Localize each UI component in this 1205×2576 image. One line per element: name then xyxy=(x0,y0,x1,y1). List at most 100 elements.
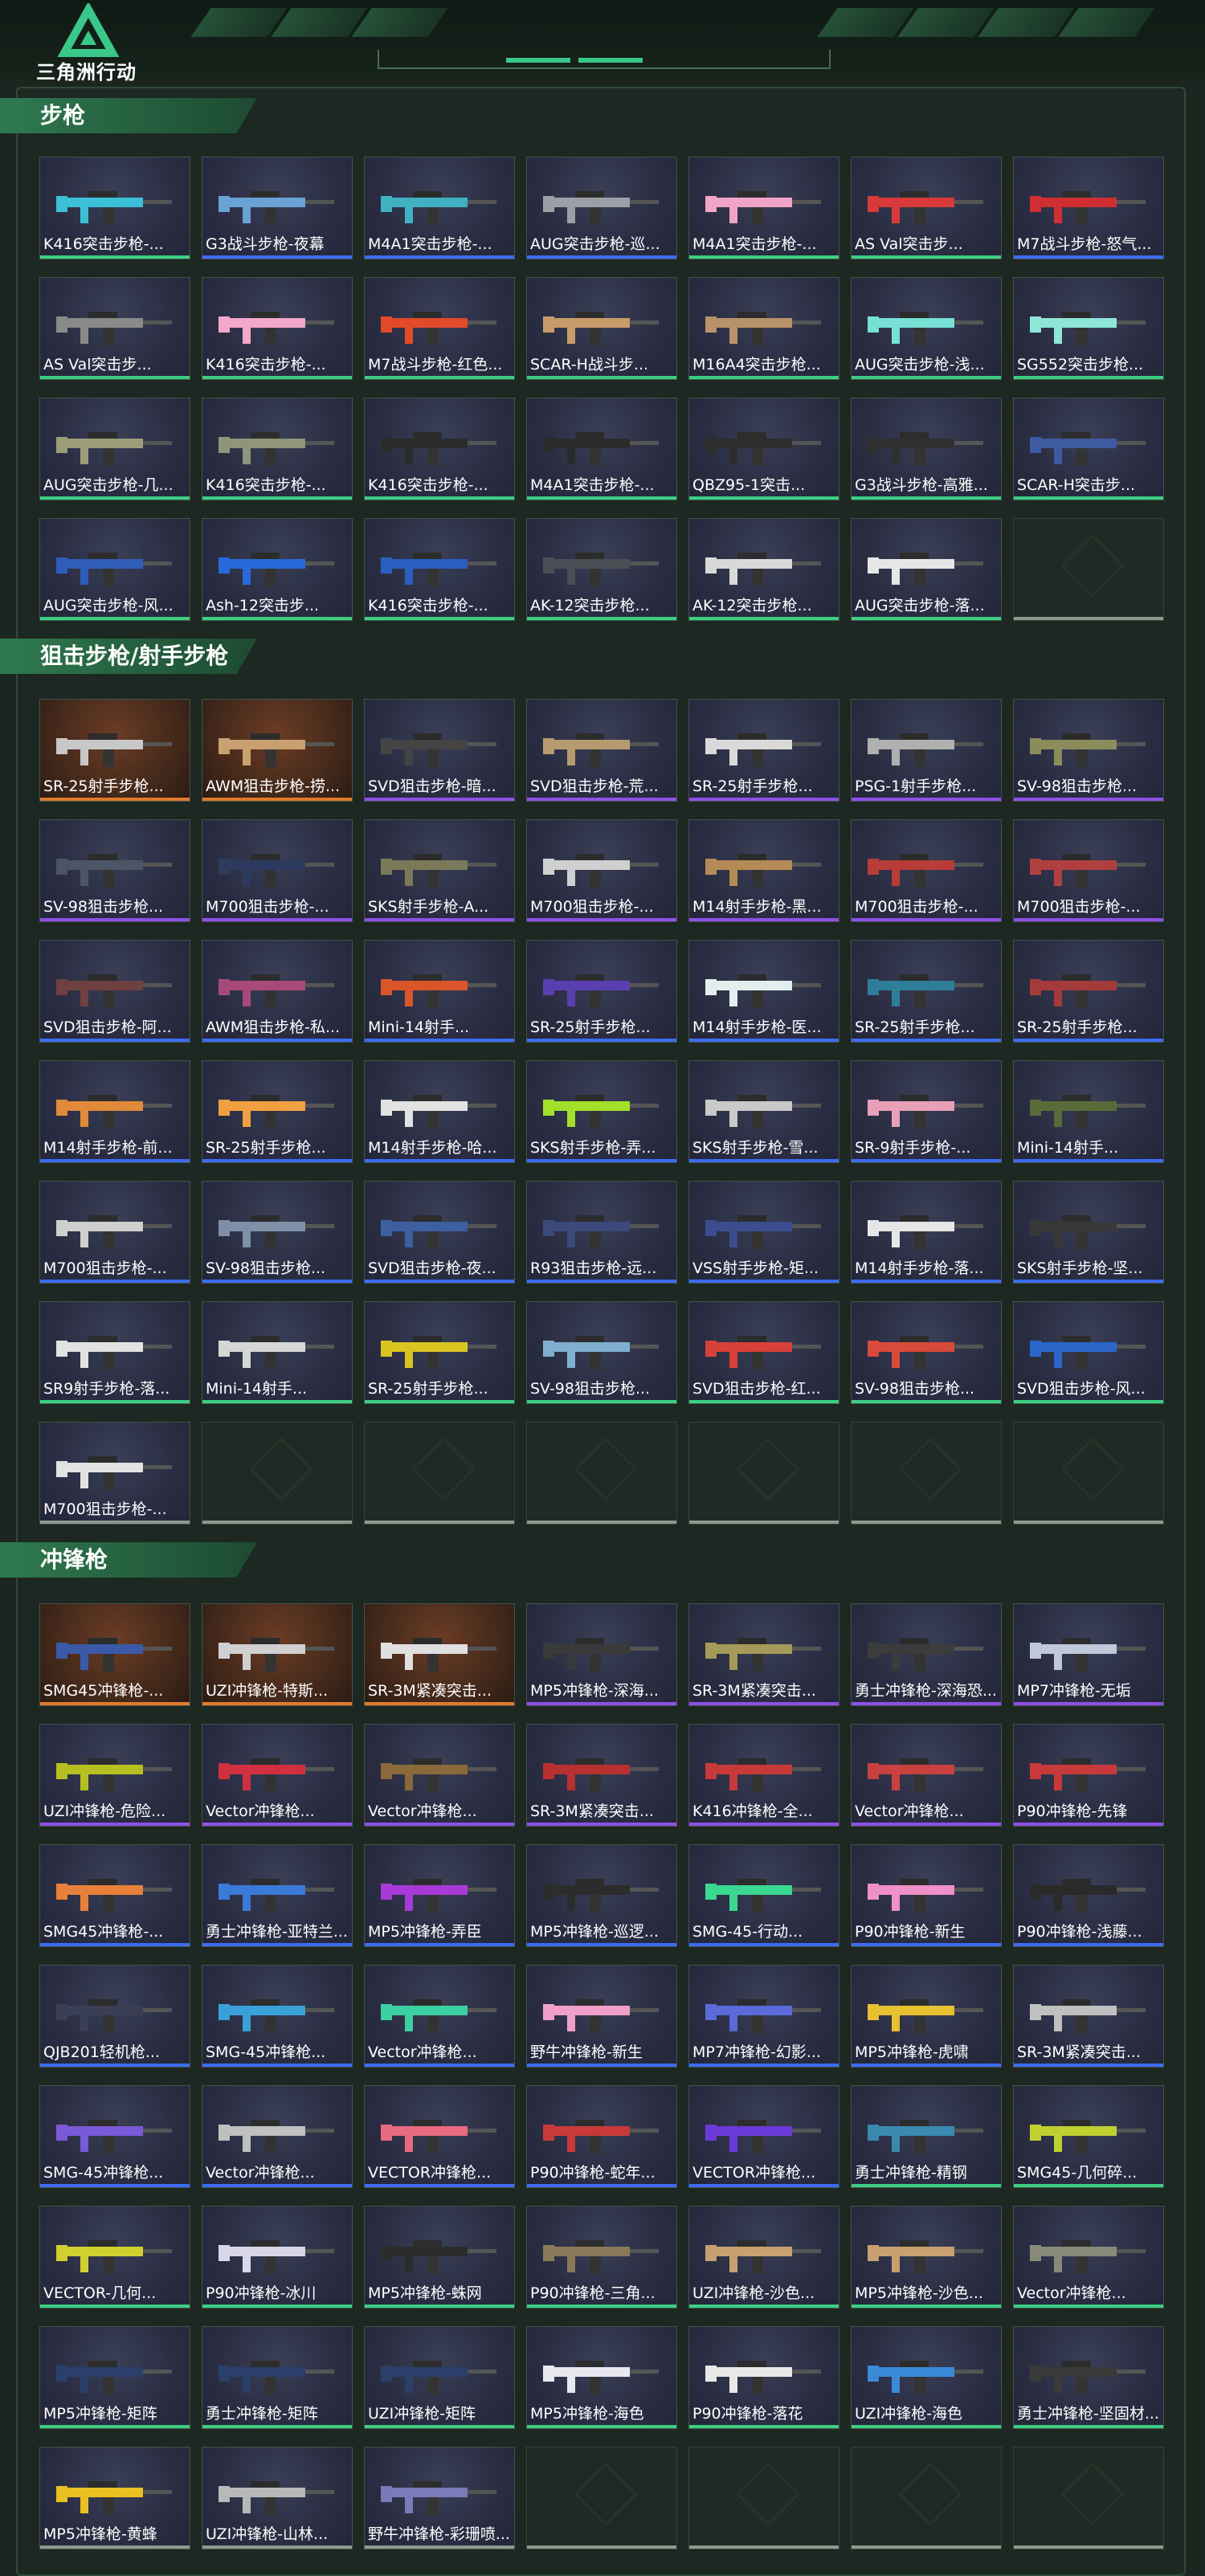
weapon-card[interactable]: MP5冲锋枪-巡逻... xyxy=(526,1844,677,1947)
weapon-card[interactable]: M14射手步枪-医... xyxy=(688,940,839,1043)
weapon-card[interactable]: VECTOR-几何... xyxy=(39,2206,190,2309)
weapon-card[interactable]: Mini-14射手... xyxy=(1013,1060,1164,1163)
weapon-card[interactable]: P90冲锋枪-落花 xyxy=(688,2326,839,2429)
weapon-card[interactable]: P90冲锋枪-新生 xyxy=(851,1844,1002,1947)
weapon-card[interactable]: MP5冲锋枪-蛛网 xyxy=(364,2206,515,2309)
weapon-card[interactable]: QBZ95-1突击... xyxy=(688,398,839,500)
weapon-card[interactable]: M7战斗步枪-怒气... xyxy=(1013,157,1164,259)
weapon-card[interactable]: K416冲锋枪-全... xyxy=(688,1724,839,1827)
weapon-card[interactable]: SMG-45冲锋枪... xyxy=(202,1965,353,2068)
weapon-card[interactable]: M700狙击步枪-... xyxy=(526,819,677,922)
weapon-card[interactable]: M14射手步枪-哈... xyxy=(364,1060,515,1163)
weapon-card[interactable]: PSG-1射手步枪... xyxy=(851,699,1002,802)
weapon-card[interactable]: SR-3M紧凑突击... xyxy=(526,1724,677,1827)
weapon-card[interactable]: MP5冲锋枪-弄臣 xyxy=(364,1844,515,1947)
weapon-card[interactable]: M4A1突击步枪-... xyxy=(688,157,839,259)
weapon-card[interactable]: SV-98狙击步枪... xyxy=(851,1301,1002,1404)
weapon-card[interactable]: AUG突击步枪-几... xyxy=(39,398,190,500)
weapon-card[interactable]: R93狙击步枪-远... xyxy=(526,1181,677,1284)
weapon-card[interactable]: SR-25射手步枪... xyxy=(526,940,677,1043)
weapon-card[interactable]: K416突击步枪-... xyxy=(39,157,190,259)
weapon-card[interactable]: MP5冲锋枪-矩阵 xyxy=(39,2326,190,2429)
weapon-card[interactable]: AUG突击步枪-风... xyxy=(39,518,190,621)
weapon-card[interactable]: QJB201轻机枪... xyxy=(39,1965,190,2068)
weapon-card[interactable]: SVD狙击步枪-红... xyxy=(688,1301,839,1404)
weapon-card[interactable]: 勇士冲锋枪-深海恐... xyxy=(851,1603,1002,1706)
weapon-card[interactable]: SMG45-几何碎... xyxy=(1013,2085,1164,2188)
weapon-card[interactable]: M14射手步枪-黑... xyxy=(688,819,839,922)
weapon-card[interactable]: UZI冲锋枪-危险... xyxy=(39,1724,190,1827)
weapon-card[interactable]: SCAR-H突击步... xyxy=(1013,398,1164,500)
weapon-card[interactable]: M14射手步枪-落... xyxy=(851,1181,1002,1284)
weapon-card[interactable]: AK-12突击步枪... xyxy=(688,518,839,621)
weapon-card[interactable]: SR-3M紧凑突击... xyxy=(688,1603,839,1706)
weapon-card[interactable]: SMG45冲锋枪-... xyxy=(39,1844,190,1947)
weapon-card[interactable]: SVD狙击步枪-荒... xyxy=(526,699,677,802)
weapon-card[interactable]: AUG突击步枪-落... xyxy=(851,518,1002,621)
weapon-card[interactable]: SVD狙击步枪-阿... xyxy=(39,940,190,1043)
weapon-card[interactable]: AK-12突击步枪... xyxy=(526,518,677,621)
weapon-card[interactable]: SCAR-H战斗步... xyxy=(526,277,677,380)
weapon-card[interactable]: M700狙击步枪-... xyxy=(851,819,1002,922)
weapon-card[interactable]: SR-9射手步枪-... xyxy=(851,1060,1002,1163)
weapon-card[interactable]: K416突击步枪-... xyxy=(202,398,353,500)
weapon-card[interactable]: G3战斗步枪-高雅... xyxy=(851,398,1002,500)
weapon-card[interactable]: Vector冲锋枪... xyxy=(364,1724,515,1827)
weapon-card[interactable]: AS Val突击步... xyxy=(39,277,190,380)
weapon-card[interactable]: SR-3M紧凑突击... xyxy=(364,1603,515,1706)
weapon-card[interactable]: SR-25射手步枪... xyxy=(39,699,190,802)
weapon-card[interactable]: SMG45冲锋枪-... xyxy=(39,1603,190,1706)
weapon-card[interactable]: Mini-14射手... xyxy=(202,1301,353,1404)
weapon-card[interactable]: MP5冲锋枪-虎啸 xyxy=(851,1965,1002,2068)
weapon-card[interactable]: 勇士冲锋枪-矩阵 xyxy=(202,2326,353,2429)
weapon-card[interactable]: M4A1突击步枪-... xyxy=(526,398,677,500)
weapon-card[interactable]: UZI冲锋枪-山林... xyxy=(202,2447,353,2549)
weapon-card[interactable]: M700狙击步枪-... xyxy=(39,1422,190,1525)
weapon-card[interactable]: P90冲锋枪-冰川 xyxy=(202,2206,353,2309)
weapon-card[interactable]: 勇士冲锋枪-坚固材... xyxy=(1013,2326,1164,2429)
weapon-card[interactable]: P90冲锋枪-先锋 xyxy=(1013,1724,1164,1827)
weapon-card[interactable]: AWM狙击步枪-私... xyxy=(202,940,353,1043)
weapon-card[interactable]: M14射手步枪-前... xyxy=(39,1060,190,1163)
weapon-card[interactable]: MP7冲锋枪-无垢 xyxy=(1013,1603,1164,1706)
weapon-card[interactable]: SR-25射手步枪... xyxy=(364,1301,515,1404)
weapon-card[interactable]: UZI冲锋枪-矩阵 xyxy=(364,2326,515,2429)
weapon-card[interactable]: Mini-14射手... xyxy=(364,940,515,1043)
weapon-card[interactable]: SMG-45冲锋枪... xyxy=(39,2085,190,2188)
weapon-card[interactable]: SV-98狙击步枪... xyxy=(1013,699,1164,802)
weapon-card[interactable]: SR-25射手步枪... xyxy=(1013,940,1164,1043)
weapon-card[interactable]: M7战斗步枪-红色... xyxy=(364,277,515,380)
weapon-card[interactable]: Vector冲锋枪... xyxy=(1013,2206,1164,2309)
weapon-card[interactable]: MP5冲锋枪-沙色... xyxy=(851,2206,1002,2309)
weapon-card[interactable]: G3战斗步枪-夜幕 xyxy=(202,157,353,259)
weapon-card[interactable]: Vector冲锋枪... xyxy=(202,1724,353,1827)
weapon-card[interactable]: M16A4突击步枪... xyxy=(688,277,839,380)
weapon-card[interactable]: AWM狙击步枪-捞... xyxy=(202,699,353,802)
weapon-card[interactable]: SG552突击步枪... xyxy=(1013,277,1164,380)
weapon-card[interactable]: SKS射手步枪-弄... xyxy=(526,1060,677,1163)
weapon-card[interactable]: MP5冲锋枪-黄蜂 xyxy=(39,2447,190,2549)
weapon-card[interactable]: K416突击步枪-... xyxy=(202,277,353,380)
weapon-card[interactable]: MP5冲锋枪-海色 xyxy=(526,2326,677,2429)
weapon-card[interactable]: VECTOR冲锋枪... xyxy=(364,2085,515,2188)
weapon-card[interactable]: 野牛冲锋枪-新生 xyxy=(526,1965,677,2068)
weapon-card[interactable]: SV-98狙击步枪... xyxy=(526,1301,677,1404)
weapon-card[interactable]: SVD狙击步枪-风... xyxy=(1013,1301,1164,1404)
weapon-card[interactable]: MP5冲锋枪-深海... xyxy=(526,1603,677,1706)
weapon-card[interactable]: Ash-12突击步... xyxy=(202,518,353,621)
weapon-card[interactable]: K416突击步枪-... xyxy=(364,518,515,621)
weapon-card[interactable]: SKS射手步枪-雪... xyxy=(688,1060,839,1163)
weapon-card[interactable]: 野牛冲锋枪-彩珊喷... xyxy=(364,2447,515,2549)
weapon-card[interactable]: 勇士冲锋枪-精钢 xyxy=(851,2085,1002,2188)
weapon-card[interactable]: M700狙击步枪-... xyxy=(202,819,353,922)
weapon-card[interactable]: VSS射手步枪-矩... xyxy=(688,1181,839,1284)
weapon-card[interactable]: SR9射手步枪-落... xyxy=(39,1301,190,1404)
weapon-card[interactable]: 勇士冲锋枪-亚特兰... xyxy=(202,1844,353,1947)
weapon-card[interactable]: SR-25射手步枪... xyxy=(851,940,1002,1043)
weapon-card[interactable]: P90冲锋枪-浅藤... xyxy=(1013,1844,1164,1947)
weapon-card[interactable]: UZI冲锋枪-海色 xyxy=(851,2326,1002,2429)
weapon-card[interactable]: M700狙击步枪-... xyxy=(39,1181,190,1284)
weapon-card[interactable]: AS Val突击步... xyxy=(851,157,1002,259)
weapon-card[interactable]: P90冲锋枪-三角... xyxy=(526,2206,677,2309)
weapon-card[interactable]: Vector冲锋枪... xyxy=(202,2085,353,2188)
